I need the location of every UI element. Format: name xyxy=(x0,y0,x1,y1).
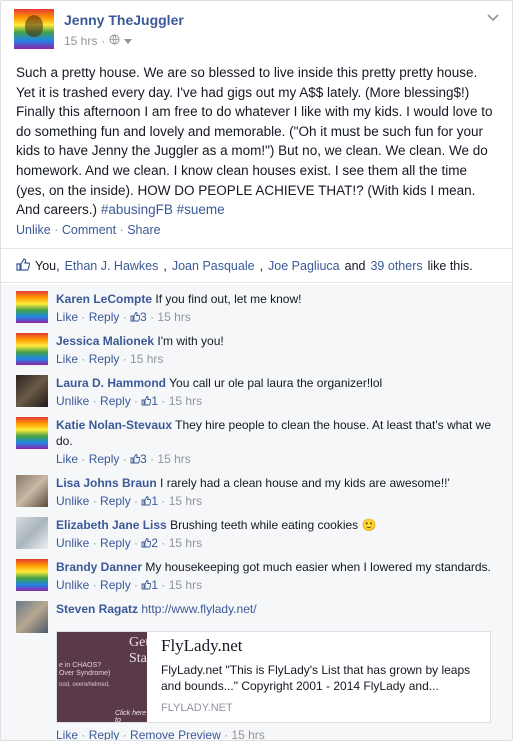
commenter-avatar[interactable] xyxy=(16,475,48,507)
remove-preview-button[interactable]: Remove Preview xyxy=(130,728,221,740)
comment-unlike-button[interactable]: Unlike xyxy=(56,494,89,508)
post-actions: Unlike · Comment · Share xyxy=(16,223,161,237)
comment-reply-button[interactable]: Reply xyxy=(89,310,120,324)
chevron-down-icon[interactable] xyxy=(487,11,499,25)
commenter-avatar[interactable] xyxy=(16,601,48,633)
commenter-name[interactable]: Elizabeth Jane Liss xyxy=(56,518,167,532)
link-preview-description: FlyLady.net "This is FlyLady's List that… xyxy=(161,663,471,693)
comment-like-count[interactable]: 3 xyxy=(130,452,147,466)
comment-reply-button[interactable]: Reply xyxy=(100,578,131,592)
comment-like-count[interactable]: 1 xyxy=(141,578,158,592)
divider xyxy=(1,282,512,283)
commenter-avatar[interactable] xyxy=(16,517,48,549)
comment-time[interactable]: 15 hrs xyxy=(231,728,264,740)
share-button[interactable]: Share xyxy=(127,223,160,237)
comment-unlike-button[interactable]: Unlike xyxy=(56,578,89,592)
comment-unlike-button[interactable]: Unlike xyxy=(56,394,89,408)
comment-time[interactable]: 15 hrs xyxy=(169,536,202,550)
comment-text: I rarely had a clean house and my kids a… xyxy=(160,476,450,490)
like-thumb-icon xyxy=(141,580,152,590)
post-card: Jenny TheJuggler 15 hrs · Such a pretty … xyxy=(0,0,513,741)
comment-text: If you find out, let me know! xyxy=(155,292,302,306)
liker-link[interactable]: Joe Pagliuca xyxy=(268,259,340,273)
comment-text: I'm with you! xyxy=(157,334,224,348)
like-thumb-icon xyxy=(16,258,31,274)
comment-like-button[interactable]: Like xyxy=(56,310,78,324)
commenter-name[interactable]: Jessica Malionek xyxy=(56,334,154,348)
comment-time[interactable]: 15 hrs xyxy=(169,394,202,408)
comment-button[interactable]: Comment xyxy=(62,223,116,237)
comment-reply-button[interactable]: Reply xyxy=(89,352,120,366)
commenter-name[interactable]: Katie Nolan-Stevaux xyxy=(56,418,172,432)
comment-reply-button[interactable]: Reply xyxy=(89,728,120,740)
comment-like-button[interactable]: Like xyxy=(56,452,78,466)
commenter-name[interactable]: Steven Ragatz xyxy=(56,602,138,616)
comment-time[interactable]: 15 hrs xyxy=(169,578,202,592)
comment-time[interactable]: 15 hrs xyxy=(130,352,163,366)
comment-time[interactable]: 15 hrs xyxy=(157,310,190,324)
unlike-button[interactable]: Unlike xyxy=(16,223,51,237)
comments-section: Karen LeCompte If you find out, let me k… xyxy=(1,285,512,740)
commenter-name[interactable]: Lisa Johns Braun xyxy=(56,476,157,490)
comment-link[interactable]: http://www.flylady.net/ xyxy=(141,602,256,616)
comment: Steven Ragatz http://www.flylady.net/ Ge… xyxy=(16,601,501,740)
link-preview-card[interactable]: Get Star e in CHAOS?Over Syndrome) ood, … xyxy=(56,631,491,723)
post-header: Jenny TheJuggler 15 hrs · xyxy=(14,9,499,53)
like-thumb-icon xyxy=(141,396,152,406)
commenter-avatar[interactable] xyxy=(16,333,48,365)
post-time[interactable]: 15 hrs xyxy=(64,34,97,48)
comment-like-count[interactable]: 3 xyxy=(130,310,147,324)
like-thumb-icon xyxy=(130,454,141,464)
comment-reply-button[interactable]: Reply xyxy=(100,536,131,550)
liker-link[interactable]: Ethan J. Hawkes xyxy=(65,259,159,273)
comment-unlike-button[interactable]: Unlike xyxy=(56,536,89,550)
author-avatar[interactable] xyxy=(14,9,54,49)
comment-reply-button[interactable]: Reply xyxy=(100,394,131,408)
comment-reply-button[interactable]: Reply xyxy=(100,494,131,508)
post-text: Such a pretty house. We are so blessed t… xyxy=(16,65,493,218)
link-preview-domain: FLYLADY.NET xyxy=(161,702,233,714)
smile-emoji-icon: 🙂 xyxy=(361,518,377,532)
divider xyxy=(1,248,512,249)
link-preview-title[interactable]: FlyLady.net xyxy=(161,636,243,656)
likes-you: You, xyxy=(35,259,60,273)
like-thumb-icon xyxy=(130,312,141,322)
post-meta: 15 hrs · xyxy=(64,34,133,48)
comment-time[interactable]: 15 hrs xyxy=(157,452,190,466)
comment-time[interactable]: 15 hrs xyxy=(169,494,202,508)
commenter-name[interactable]: Brandy Danner xyxy=(56,560,142,574)
hashtag-link[interactable]: #sueme xyxy=(177,202,225,217)
comment-like-button[interactable]: Like xyxy=(56,728,78,740)
like-thumb-icon xyxy=(141,538,152,548)
author-name[interactable]: Jenny TheJuggler xyxy=(64,12,184,28)
like-thumb-icon xyxy=(141,496,152,506)
commenter-avatar[interactable] xyxy=(16,559,48,591)
liker-link[interactable]: Joan Pasquale xyxy=(172,259,255,273)
link-preview-image[interactable]: Get Star e in CHAOS?Over Syndrome) ood, … xyxy=(57,632,147,722)
commenter-avatar[interactable] xyxy=(16,375,48,407)
comment-text: Brushing teeth while eating cookies xyxy=(170,518,359,532)
comment-text: My housekeeping got much easier when I l… xyxy=(145,560,491,574)
likes-summary: You, Ethan J. Hawkes, Joan Pasquale, Joe… xyxy=(16,258,473,274)
comment-text: You call ur ole pal laura the organizer!… xyxy=(169,376,383,390)
commenter-avatar[interactable] xyxy=(16,417,48,449)
comment-like-button[interactable]: Like xyxy=(56,352,78,366)
hashtag-link[interactable]: #abusingFB xyxy=(101,202,173,217)
commenter-avatar[interactable] xyxy=(16,291,48,323)
comment-like-count[interactable]: 1 xyxy=(141,494,158,508)
privacy-dropdown-icon[interactable] xyxy=(124,34,133,48)
globe-icon[interactable] xyxy=(109,34,120,48)
comment-like-count[interactable]: 1 xyxy=(141,394,158,408)
comment-reply-button[interactable]: Reply xyxy=(89,452,120,466)
commenter-name[interactable]: Laura D. Hammond xyxy=(56,376,166,390)
comment-like-count[interactable]: 2 xyxy=(141,536,158,550)
post-body: Such a pretty house. We are so blessed t… xyxy=(16,63,499,220)
others-link[interactable]: 39 others xyxy=(370,259,422,273)
commenter-name[interactable]: Karen LeCompte xyxy=(56,292,152,306)
